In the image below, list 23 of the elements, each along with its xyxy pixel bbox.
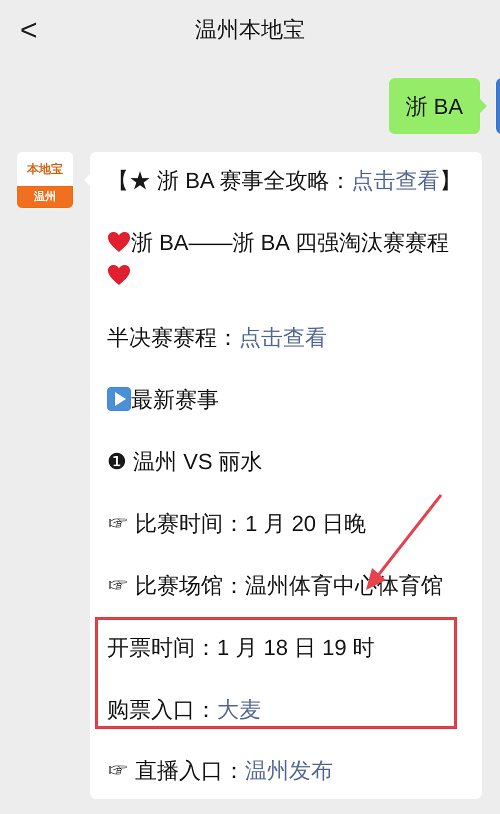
link[interactable]: 温州发布 bbox=[245, 758, 334, 783]
message-text: 半决赛赛程： bbox=[107, 325, 239, 350]
link[interactable]: 点击查看 bbox=[351, 168, 440, 193]
message-text: ☞ 比赛时间：1 月 20 日晚 bbox=[107, 511, 366, 536]
play-icon bbox=[107, 387, 131, 411]
message-text: 浙 BA——浙 BA 四强淘汰赛赛程 bbox=[131, 230, 449, 255]
logo-text: 温州 bbox=[34, 190, 56, 205]
back-button[interactable]: < bbox=[20, 8, 38, 53]
window-title: 温州本地宝 bbox=[195, 16, 305, 44]
message-text: 】 bbox=[439, 168, 462, 193]
logo-text: 本地宝 bbox=[27, 161, 63, 178]
heart-icon bbox=[107, 264, 131, 286]
message-text: ☞ 直播入口： bbox=[107, 758, 246, 783]
message-text: 开票时间：1 月 18 日 19 时 bbox=[107, 635, 375, 660]
message-text: ❶ 温州 VS 丽水 bbox=[107, 449, 263, 474]
heart-icon bbox=[107, 231, 131, 253]
link[interactable]: 点击查看 bbox=[239, 325, 327, 350]
message-bubble: 浙 BA bbox=[388, 78, 480, 134]
message-text: 【★ 浙 BA 赛事全攻略： bbox=[107, 168, 352, 193]
message-text: 购票入口： bbox=[107, 697, 217, 722]
bubble-tail bbox=[480, 99, 487, 113]
link[interactable]: 大麦 bbox=[217, 697, 261, 722]
message-text: 最新赛事 bbox=[131, 387, 219, 412]
